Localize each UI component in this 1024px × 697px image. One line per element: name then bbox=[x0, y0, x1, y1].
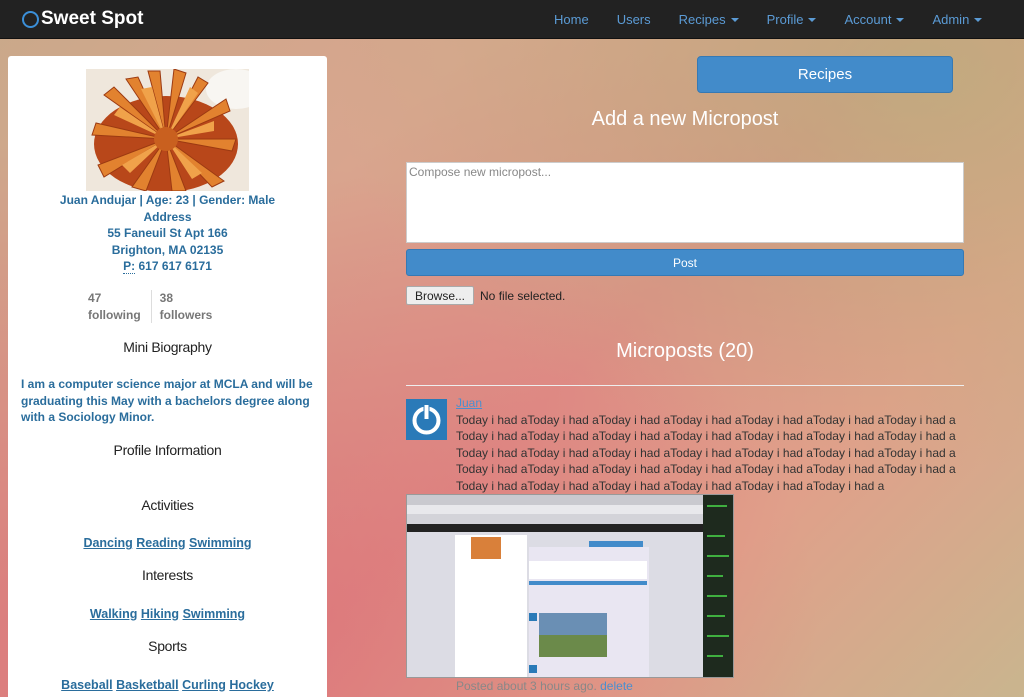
compose-micropost-input[interactable] bbox=[406, 162, 964, 243]
contact-info: Juan Andujar | Age: 23 | Gender: Male Ad… bbox=[8, 192, 327, 275]
power-ring-icon bbox=[22, 10, 39, 28]
interest-link[interactable]: Hiking bbox=[141, 607, 179, 621]
nav-account-dropdown[interactable]: Account bbox=[830, 0, 918, 39]
file-upload: Browse... No file selected. bbox=[406, 286, 565, 305]
caret-down-icon bbox=[896, 17, 905, 22]
top-navbar: Sweet Spot Home Users Recipes Profile Ac… bbox=[0, 0, 1024, 39]
sport-link[interactable]: Curling bbox=[182, 678, 226, 692]
sport-link[interactable]: Hockey bbox=[229, 678, 273, 692]
nav-menu: Home Users Recipes Profile Account Admin bbox=[540, 0, 996, 39]
caret-down-icon bbox=[974, 17, 983, 22]
recipes-button[interactable]: Recipes bbox=[697, 56, 953, 93]
phone-label: P: bbox=[123, 259, 136, 274]
micropost-user-link[interactable]: Juan bbox=[456, 396, 482, 410]
interests-heading: Interests bbox=[142, 567, 193, 583]
nav-admin-label: Admin bbox=[932, 11, 970, 27]
nav-account-label: Account bbox=[844, 11, 892, 27]
activities-list: Dancing Reading Swimming bbox=[8, 536, 327, 550]
nav-users[interactable]: Users bbox=[603, 0, 665, 39]
sports-list: Baseball Basketball Curling Hockey bbox=[8, 678, 327, 692]
nav-profile-label: Profile bbox=[766, 11, 804, 27]
micropost-timestamp: Posted about 3 hours ago. delete bbox=[456, 679, 633, 693]
brand-name: Sweet Spot bbox=[41, 8, 144, 29]
activity-link[interactable]: Dancing bbox=[83, 536, 132, 550]
brand-link[interactable]: Sweet Spot bbox=[22, 8, 143, 30]
address-city: Brighton, MA 02135 bbox=[111, 242, 224, 257]
nav-recipes-label: Recipes bbox=[678, 11, 726, 27]
followers-count: 38 bbox=[159, 291, 174, 305]
bio-text: I am a computer science major at MCLA an… bbox=[21, 377, 313, 424]
micropost-content: Today i had aToday i had aToday i had aT… bbox=[456, 413, 956, 493]
sport-link[interactable]: Basketball bbox=[116, 678, 179, 692]
caret-down-icon bbox=[730, 17, 739, 22]
divider bbox=[406, 385, 964, 386]
phone-number: 617 617 6171 bbox=[138, 259, 212, 273]
browse-button[interactable]: Browse... bbox=[406, 286, 475, 305]
followers-label: followers bbox=[159, 307, 213, 322]
following-count: 47 bbox=[88, 291, 102, 305]
activities-heading: Activities bbox=[141, 497, 194, 513]
name-age-gender: Juan Andujar | Age: 23 | Gender: Male bbox=[59, 193, 276, 207]
sports-heading: Sports bbox=[148, 638, 187, 654]
interests-list: Walking Hiking Swimming bbox=[8, 607, 327, 621]
nav-users-label: Users bbox=[616, 11, 651, 27]
microposts-heading: Microposts (20) bbox=[616, 340, 754, 362]
profile-sidebar: Juan Andujar | Age: 23 | Gender: Male Ad… bbox=[8, 56, 327, 697]
interest-link[interactable]: Swimming bbox=[183, 607, 246, 621]
file-status: No file selected. bbox=[480, 288, 566, 303]
address-street: 55 Faneuil St Apt 166 bbox=[107, 226, 228, 240]
add-micropost-heading: Add a new Micropost bbox=[591, 108, 779, 130]
power-icon bbox=[412, 404, 441, 435]
delete-link[interactable]: delete bbox=[600, 679, 633, 693]
followers-stat[interactable]: 38 followers bbox=[150, 290, 223, 323]
activity-link[interactable]: Reading bbox=[136, 536, 185, 550]
nav-profile-dropdown[interactable]: Profile bbox=[753, 0, 831, 39]
profile-info-heading: Profile Information bbox=[113, 442, 222, 458]
nav-home-label: Home bbox=[554, 11, 589, 27]
interest-link[interactable]: Walking bbox=[90, 607, 137, 621]
micropost-image bbox=[406, 494, 734, 678]
post-button[interactable]: Post bbox=[406, 249, 964, 276]
following-stat[interactable]: 47 following bbox=[88, 290, 151, 323]
timestamp-text: Posted about 3 hours ago. bbox=[456, 679, 597, 693]
bio-heading: Mini Biography bbox=[123, 339, 212, 355]
profile-picture bbox=[86, 69, 249, 191]
sport-link[interactable]: Baseball bbox=[61, 678, 112, 692]
address-label: Address bbox=[143, 209, 192, 224]
follow-stats: 47 following 38 followers bbox=[88, 290, 222, 323]
nav-admin-dropdown[interactable]: Admin bbox=[918, 0, 996, 39]
phone-line: P: 617 617 6171 bbox=[8, 258, 327, 275]
caret-down-icon bbox=[808, 17, 817, 22]
nav-recipes-dropdown[interactable]: Recipes bbox=[665, 0, 753, 39]
user-avatar[interactable] bbox=[406, 399, 447, 440]
nav-home[interactable]: Home bbox=[540, 0, 603, 39]
following-label: following bbox=[88, 307, 141, 322]
activity-link[interactable]: Swimming bbox=[189, 536, 252, 550]
